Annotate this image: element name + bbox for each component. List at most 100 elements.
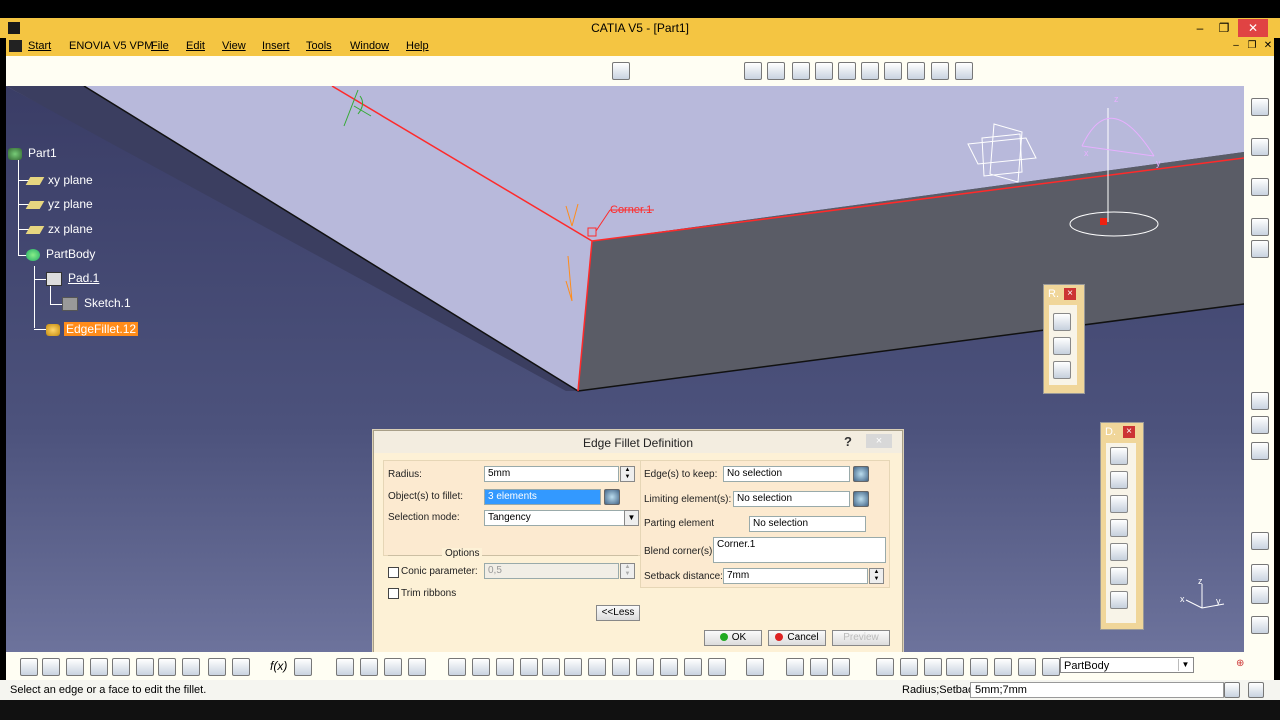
knowledge-icon[interactable]	[294, 658, 312, 676]
tree-icon[interactable]	[360, 658, 378, 676]
tree-item-zx-plane[interactable]: zx plane	[25, 222, 95, 236]
radius-spinner[interactable]: ▲ ▼	[620, 466, 635, 482]
stiffener-icon[interactable]	[931, 62, 949, 80]
ok-button[interactable]: OK	[704, 630, 762, 646]
swap-space-icon[interactable]	[708, 658, 726, 676]
analysis-icon[interactable]	[1251, 532, 1269, 550]
toolbar-r-close-button[interactable]: ×	[1064, 288, 1076, 300]
menu-file[interactable]: File	[151, 40, 169, 52]
hole-icon[interactable]	[815, 62, 833, 80]
body-select[interactable]: PartBody ▼	[1060, 657, 1194, 673]
dimension-icon[interactable]	[924, 658, 942, 676]
floating-toolbar-d[interactable]: D. ×	[1100, 422, 1144, 630]
parameter-input[interactable]: 5mm;7mm	[970, 682, 1224, 698]
pocket-icon[interactable]	[767, 62, 785, 80]
edge-fillet-dialog[interactable]: Edge Fillet Definition ? × Radius: 5mm ▲…	[373, 430, 903, 654]
table-icon[interactable]	[336, 658, 354, 676]
rotate-icon[interactable]	[520, 658, 538, 676]
rib-icon[interactable]	[861, 62, 879, 80]
chevron-down-icon[interactable]: ▼	[624, 510, 639, 526]
shaft-icon[interactable]	[792, 62, 810, 80]
toolbar-d-close-button[interactable]: ×	[1123, 426, 1135, 438]
hide-show-icon[interactable]	[684, 658, 702, 676]
menu-help[interactable]: Help	[406, 40, 429, 52]
doc-close-button[interactable]: ✕	[1256, 38, 1280, 54]
limiting-elements-list-icon[interactable]	[853, 491, 869, 507]
whats-this-icon[interactable]	[232, 658, 250, 676]
sketch-plane-icon[interactable]	[1251, 178, 1269, 196]
instantiate-icon[interactable]	[970, 658, 988, 676]
shell-icon[interactable]	[1110, 519, 1128, 537]
sketcher-icon[interactable]	[612, 62, 630, 80]
measure-between-icon[interactable]	[786, 658, 804, 676]
groove-icon[interactable]	[838, 62, 856, 80]
cancel-button[interactable]: Cancel	[768, 630, 826, 646]
select-arrow-icon[interactable]	[1251, 138, 1269, 156]
zoom-out-icon[interactable]	[564, 658, 582, 676]
axis-system-icon[interactable]	[900, 658, 918, 676]
tree-item-pad[interactable]: Pad.1	[46, 271, 101, 286]
scale-icon[interactable]	[946, 658, 964, 676]
pan-icon[interactable]	[496, 658, 514, 676]
save-icon[interactable]	[66, 658, 84, 676]
new-icon[interactable]	[20, 658, 38, 676]
less-button[interactable]: <<Less	[596, 605, 640, 621]
line-icon[interactable]	[1053, 337, 1071, 355]
floating-toolbar-r[interactable]: R. ×	[1043, 284, 1085, 394]
parting-element-field[interactable]: No selection	[749, 516, 866, 532]
iso-view-icon[interactable]	[636, 658, 654, 676]
cut-icon[interactable]	[112, 658, 130, 676]
trim-ribbons-checkbox[interactable]	[388, 588, 399, 599]
edges-to-keep-list-icon[interactable]	[853, 466, 869, 482]
paste-icon[interactable]	[158, 658, 176, 676]
tree-item-xy-plane[interactable]: xy plane	[25, 173, 95, 187]
slot-icon[interactable]	[884, 62, 902, 80]
help-button[interactable]: ?	[844, 434, 852, 449]
split-icon[interactable]	[994, 658, 1012, 676]
tree-item-yz-plane[interactable]: yz plane	[25, 197, 95, 211]
zoom-in-icon[interactable]	[542, 658, 560, 676]
fit-all-icon[interactable]	[472, 658, 490, 676]
menu-tools[interactable]: Tools	[306, 40, 332, 52]
blend-corners-list[interactable]: Corner.1	[713, 537, 886, 563]
catalog-icon[interactable]	[1251, 240, 1269, 258]
document-icon[interactable]	[9, 40, 22, 52]
mass-icon[interactable]	[832, 658, 850, 676]
apply-material-icon[interactable]	[810, 658, 828, 676]
maximize-button[interactable]: ❐	[1212, 19, 1236, 37]
formula-button[interactable]: f(x)	[270, 659, 287, 673]
boolean-icon[interactable]	[876, 658, 894, 676]
arrow-icon[interactable]	[1251, 416, 1269, 434]
target-icon[interactable]	[1251, 616, 1269, 634]
fly-mode-icon[interactable]	[448, 658, 466, 676]
power-input-icon[interactable]	[1248, 682, 1264, 698]
remove-section-icon[interactable]	[955, 62, 973, 80]
objects-list-icon[interactable]	[604, 489, 620, 505]
plane-icon[interactable]	[1053, 361, 1071, 379]
dialog-title-bar[interactable]: Edge Fillet Definition ? ×	[374, 431, 902, 453]
table-icon[interactable]	[1251, 218, 1269, 236]
edge-fillet-icon[interactable]	[1110, 447, 1128, 465]
print-icon[interactable]	[90, 658, 108, 676]
menu-insert[interactable]: Insert	[262, 40, 290, 52]
draft-icon[interactable]	[1110, 495, 1128, 513]
shading-icon[interactable]	[660, 658, 678, 676]
tree-item-partbody[interactable]: PartBody	[26, 247, 97, 261]
thickness-icon[interactable]	[1110, 543, 1128, 561]
text-icon[interactable]	[1251, 392, 1269, 410]
tree-item-sketch[interactable]: Sketch.1	[62, 296, 133, 311]
tree-item-edgefillet[interactable]: EdgeFillet.12	[46, 322, 139, 336]
mirror-icon[interactable]	[1251, 564, 1269, 582]
dialog-close-button[interactable]: ×	[866, 434, 892, 448]
limiting-elements-field[interactable]: No selection	[733, 491, 850, 507]
pattern-icon[interactable]	[1251, 586, 1269, 604]
menu-enovia[interactable]: ENOVIA V5 VPM	[69, 40, 153, 52]
gear-icon[interactable]	[1251, 98, 1269, 116]
stack-icon[interactable]	[1018, 658, 1036, 676]
point-icon[interactable]	[1053, 313, 1071, 331]
undo-icon[interactable]	[182, 658, 200, 676]
open-icon[interactable]	[42, 658, 60, 676]
tree-item-part1[interactable]: Part1	[8, 146, 59, 160]
setback-spinner[interactable]: ▲ ▼	[869, 568, 884, 584]
multi-section-solid-icon[interactable]	[907, 62, 925, 80]
